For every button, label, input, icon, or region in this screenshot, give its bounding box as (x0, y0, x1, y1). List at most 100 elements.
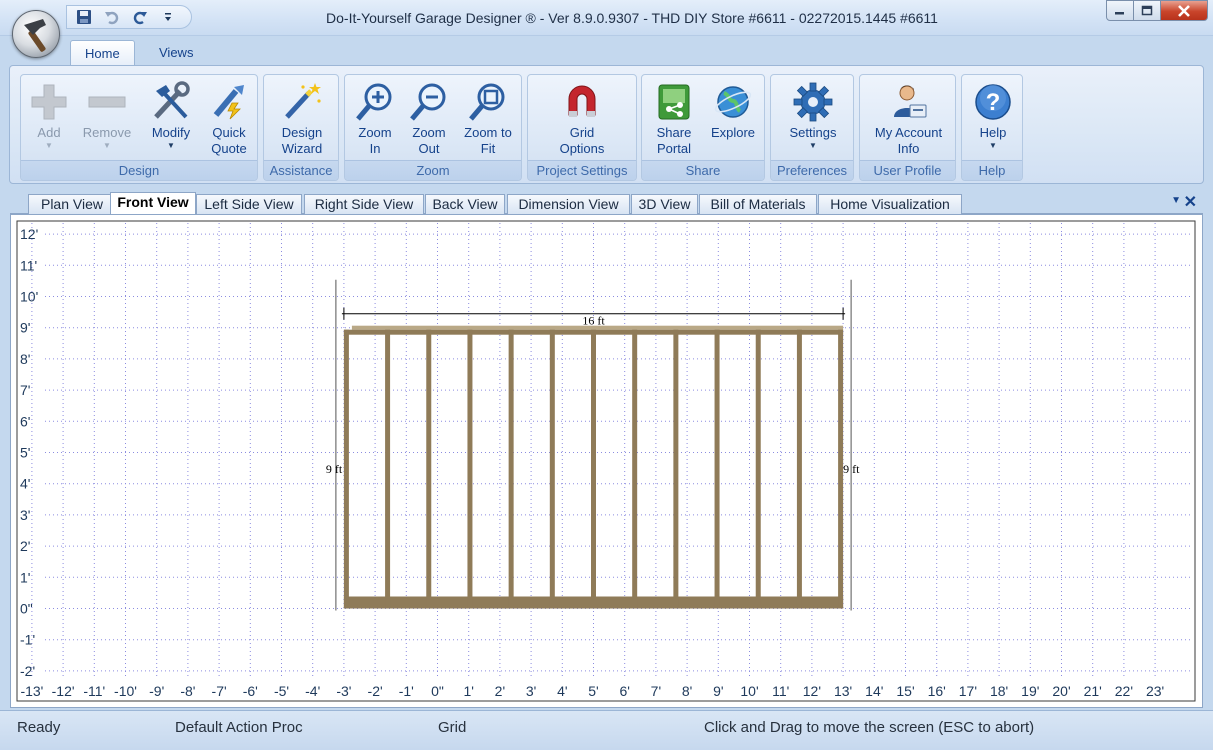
design-wizard-button[interactable]: Design Wizard (268, 79, 336, 157)
wall-stud[interactable] (549, 329, 555, 609)
quick-quote-button[interactable]: Quick Quote (203, 79, 255, 157)
user-account-icon (893, 85, 926, 118)
x-axis-tick-label: -13' (20, 683, 43, 699)
magic-wand-icon (285, 83, 321, 119)
wall-stud[interactable] (385, 329, 391, 609)
window-controls (1106, 0, 1208, 21)
y-axis-tick-label: 0" (20, 601, 33, 617)
tab-home[interactable]: Home (70, 40, 135, 66)
x-axis-tick-label: 6' (619, 683, 629, 699)
close-tab-icon[interactable]: ✕ (1184, 192, 1197, 212)
wall-left-height-dimension: 9 ft (326, 462, 343, 476)
wall-stud[interactable] (632, 329, 638, 609)
y-axis-tick-label: 4' (20, 476, 30, 492)
tab-list-dropdown-icon[interactable]: ▼ (1171, 195, 1181, 206)
tab-home-visualization[interactable]: Home Visualization (818, 194, 962, 214)
zoom-in-button[interactable]: Zoom In (349, 79, 401, 157)
help-icon: ? (975, 84, 1011, 120)
zoom-out-button[interactable]: Zoom Out (403, 79, 455, 157)
share-portal-label-2: Portal (657, 141, 691, 156)
quick-access-toolbar (66, 5, 192, 29)
share-portal-button[interactable]: Share Portal (646, 79, 702, 157)
explore-button[interactable]: Explore (704, 79, 762, 141)
front-view-canvas[interactable]: 12' 11' 10' 9' 8' 7' 6' 5' 4' 3' 2' 1' 0" -1' -2' -13'… (10, 214, 1203, 708)
maximize-icon (1141, 5, 1153, 15)
x-axis-tick-label: 16' (928, 683, 946, 699)
wall-frame[interactable] (343, 325, 844, 609)
application-menu-button[interactable] (12, 10, 60, 58)
tab-dimension-view[interactable]: Dimension View (507, 194, 630, 214)
x-axis-tick-label: 21' (1084, 683, 1102, 699)
group-assistance-label: Assistance (264, 160, 338, 180)
zoom-to-fit-button[interactable]: Zoom to Fit (457, 79, 519, 157)
x-axis-tick-label: 14' (865, 683, 883, 699)
y-axis-tick-label: 6' (20, 413, 30, 429)
remove-button[interactable]: Remove ▼ (77, 79, 137, 151)
group-project-settings: Grid Options Project Settings (527, 74, 637, 181)
wall-stud[interactable] (343, 329, 349, 609)
tab-right-side-view[interactable]: Right Side View (304, 194, 424, 214)
wall-stud[interactable] (508, 329, 514, 609)
x-axis-tick-label: 1' (463, 683, 473, 699)
wall-stud[interactable] (426, 329, 432, 609)
my-account-label-1: My Account (874, 125, 943, 140)
wall-stud[interactable] (796, 329, 802, 609)
tab-left-side-view[interactable]: Left Side View (196, 194, 302, 214)
minimize-button[interactable] (1106, 0, 1134, 21)
zoom-in-label-2: In (369, 141, 381, 156)
wall-stud[interactable] (714, 329, 720, 609)
zoom-out-label-1: Zoom (412, 125, 446, 140)
x-axis-tick-label: 7' (651, 683, 661, 699)
my-account-info-button[interactable]: My Account Info (864, 79, 953, 157)
view-tab-strip: Plan View Front View Left Side View Righ… (10, 192, 1203, 214)
y-axis-tick-label: 2' (20, 538, 30, 554)
x-axis-tick-label: 15' (896, 683, 914, 699)
gear-icon (793, 82, 833, 122)
window-title: Do-It-Yourself Garage Designer ® - Ver 8… (326, 10, 938, 26)
x-axis-tick-label: -10' (114, 683, 137, 699)
wall-stud[interactable] (673, 329, 679, 609)
tab-plan-view[interactable]: Plan View (28, 194, 116, 214)
add-button[interactable]: Add ▼ (25, 79, 73, 151)
y-axis-tick-label: 8' (20, 351, 30, 367)
x-axis-tick-label: 10' (740, 683, 758, 699)
grid-options-button[interactable]: Grid Options (546, 79, 618, 157)
help-button[interactable]: ? Help ▼ (966, 79, 1020, 151)
undo-icon[interactable] (103, 8, 121, 26)
tab-bill-of-materials[interactable]: Bill of Materials (699, 194, 817, 214)
group-zoom-label: Zoom (345, 160, 521, 180)
x-axis-tick-label: -3' (336, 683, 351, 699)
wall-right-height-dimension: 9 ft (843, 462, 860, 476)
x-axis-tick-label: 5' (588, 683, 598, 699)
front-view-drawing[interactable]: 12' 11' 10' 9' 8' 7' 6' 5' 4' 3' 2' 1' 0" -1' -2' -13'… (11, 215, 1202, 707)
quick-quote-icon (213, 85, 244, 120)
zoom-fit-icon (469, 83, 505, 121)
save-icon[interactable] (75, 8, 93, 26)
tab-back-view[interactable]: Back View (425, 194, 505, 214)
zoom-in-icon (356, 83, 392, 121)
wall-stud[interactable] (591, 329, 596, 609)
x-axis-tick-label: -8' (180, 683, 195, 699)
x-axis-tick-label: 13' (834, 683, 852, 699)
tab-front-view[interactable]: Front View (110, 192, 196, 214)
group-preferences-label: Preferences (771, 160, 853, 180)
add-button-label: Add (37, 125, 61, 140)
tab-3d-view[interactable]: 3D View (631, 194, 698, 214)
close-button[interactable] (1161, 0, 1208, 21)
x-axis-tick-label: 22' (1115, 683, 1133, 699)
grid-lines (31, 223, 1191, 677)
modify-button[interactable]: Modify ▼ (143, 79, 199, 151)
quick-quote-label-2: Quote (211, 141, 247, 156)
redo-icon[interactable] (131, 8, 149, 26)
wall-stud[interactable] (467, 329, 473, 609)
settings-button[interactable]: Settings ▼ (781, 79, 845, 151)
tab-views[interactable]: Views (145, 40, 207, 66)
zoom-to-fit-label-2: Fit (480, 141, 496, 156)
hammer-wrench-icon (154, 81, 190, 119)
title-bar: Do-It-Yourself Garage Designer ® - Ver 8… (0, 0, 1213, 36)
wall-stud[interactable] (755, 329, 761, 609)
x-axis-tick-label: -9' (149, 683, 164, 699)
y-axis-tick-label: 12' (20, 226, 38, 242)
maximize-button[interactable] (1134, 0, 1161, 21)
customize-dropdown-icon[interactable] (159, 8, 177, 26)
